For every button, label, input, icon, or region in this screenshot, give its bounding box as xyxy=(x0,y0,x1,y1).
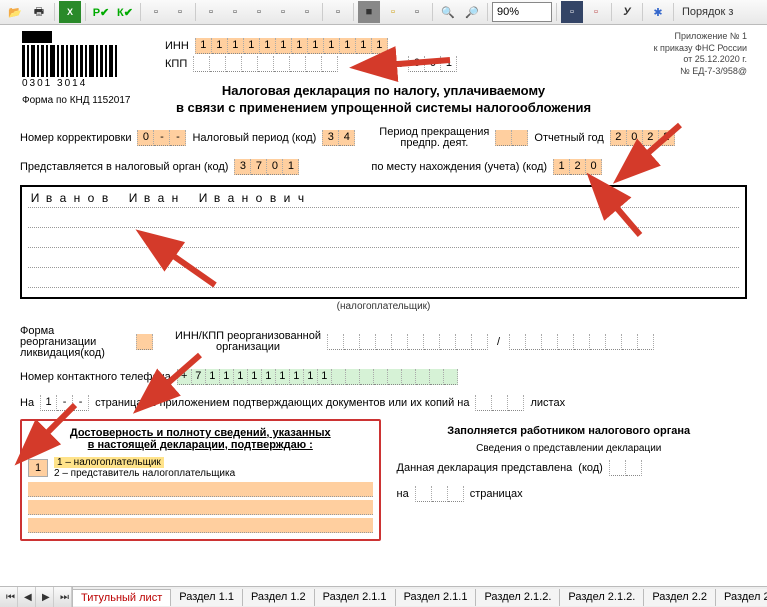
reorg-inn-label: ИНН/КПП реорганизованнойорганизации xyxy=(175,331,321,353)
organ-label: Представляется в налоговый орган (код) xyxy=(20,161,228,173)
worker-l1a: Данная декларация представлена xyxy=(397,462,573,474)
find-icon[interactable]: 🔍 xyxy=(437,1,459,23)
reorg-label: Форма реорганизацииликвидация(код) xyxy=(20,326,130,359)
tab-1[interactable]: Раздел 1.1 xyxy=(171,589,243,606)
tab-4[interactable]: Раздел 2.1.1 xyxy=(396,589,477,606)
barcode-number: 0301 3014 xyxy=(22,78,130,89)
pages-mid-label: страницах с приложением подтверждающих д… xyxy=(95,397,469,409)
doc-icon[interactable]: ▫ xyxy=(327,1,349,23)
u-icon[interactable]: У xyxy=(616,1,638,23)
tab-5[interactable]: Раздел 2.1.2. xyxy=(476,589,560,606)
form-knd: Форма по КНД 1152017 xyxy=(22,95,130,106)
page: Приложение № 1 к приказу ФНС России от 2… xyxy=(0,25,767,591)
tab-0[interactable]: Титульный лист xyxy=(73,589,171,606)
period-field[interactable]: 34 xyxy=(322,130,355,146)
tab-3[interactable]: Раздел 2.1.1 xyxy=(315,589,396,606)
tool-icon-2[interactable]: ▫ xyxy=(169,1,191,23)
attach-l1: Приложение № 1 xyxy=(654,31,747,43)
phone-field[interactable]: +7111111111 xyxy=(177,369,458,385)
confirm-title: Достоверность и полноту сведений, указан… xyxy=(28,427,373,451)
place-label: по месту нахождения (учета) (код) xyxy=(371,161,547,173)
reorg-inn-field[interactable] xyxy=(327,334,488,350)
style-icon-1[interactable]: ▫ xyxy=(561,1,583,23)
tab-8[interactable]: Раздел 2.2 xyxy=(716,589,767,606)
excel-icon[interactable]: X xyxy=(59,1,81,23)
tab-2[interactable]: Раздел 1.2 xyxy=(243,589,315,606)
tool-icon-6[interactable]: ▫ xyxy=(272,1,294,23)
place-field[interactable]: 120 xyxy=(553,159,602,175)
sheet-tabs: ⏮ ◀ ▶ ⏭ Титульный листРаздел 1.1Раздел 1… xyxy=(0,586,767,607)
attach-l3: от 25.12.2020 г. xyxy=(654,54,747,66)
corr-field[interactable]: 0-- xyxy=(137,130,186,146)
folder-icon[interactable]: ▫ xyxy=(382,1,404,23)
reorg-kpp-field[interactable] xyxy=(509,334,654,350)
tab-prev[interactable]: ◀ xyxy=(18,587,36,607)
worker-l1b: (код) xyxy=(578,462,603,474)
link-icon[interactable]: ✱ xyxy=(647,1,669,23)
corr-label: Номер корректировки xyxy=(20,132,131,144)
inn-field[interactable]: 111111111111 xyxy=(195,38,388,54)
confirm-value[interactable]: 1 xyxy=(28,459,48,477)
str-field: 001 xyxy=(408,56,457,72)
tool-icon-4[interactable]: ▫ xyxy=(224,1,246,23)
confirm-opt1: 1 – налогоплательщик xyxy=(54,457,164,468)
toolbar: 📂 🖶 X Р✔ К✔ ▫ ▫ ▫ ▫ ▫ ▫ ▫ ▫ ■ ▫ ▫ 🔍 🔎 ▫ … xyxy=(0,0,767,25)
year-field[interactable]: 2022 xyxy=(610,130,675,146)
worker-sub: Сведения о представлении декларации xyxy=(397,443,742,454)
confirm-opt2: 2 – представитель налогоплательщика xyxy=(54,468,235,479)
order-label[interactable]: Порядок з xyxy=(678,6,737,18)
open-icon[interactable]: 📂 xyxy=(4,1,26,23)
tab-6[interactable]: Раздел 2.1.2. xyxy=(560,589,644,606)
zoom-input[interactable] xyxy=(492,2,552,22)
pages-sheets-label: листах xyxy=(530,397,565,409)
attach-pages-field[interactable] xyxy=(475,395,524,411)
attach-l2: к приказу ФНС России xyxy=(654,43,747,55)
pages-on-label: На xyxy=(20,397,34,409)
confirm-box: Достоверность и полноту сведений, указан… xyxy=(20,419,381,541)
year-label: Отчетный год xyxy=(534,132,603,144)
tool-icon-1[interactable]: ▫ xyxy=(145,1,167,23)
gray-icon[interactable]: ■ xyxy=(358,1,380,23)
pages-field[interactable]: 1-- xyxy=(40,395,89,411)
term-field[interactable] xyxy=(495,130,528,146)
phone-label: Номер контактного телефона xyxy=(20,371,171,383)
kpp-field[interactable] xyxy=(193,56,338,72)
kpp-label: КПП xyxy=(165,58,187,70)
k-check-icon[interactable]: К✔ xyxy=(114,1,136,23)
style-icon-2[interactable]: ▫ xyxy=(585,1,607,23)
worker-l2a: на xyxy=(397,488,409,500)
worker-code[interactable] xyxy=(609,460,642,476)
tab-last[interactable]: ⏭ xyxy=(54,587,72,607)
attach-l4: № ЕД-7-3/958@ xyxy=(654,66,747,78)
attachment-info: Приложение № 1 к приказу ФНС России от 2… xyxy=(654,31,747,78)
str-label: Стр. xyxy=(380,58,402,70)
reorg-field[interactable] xyxy=(136,334,153,350)
binoculars-icon[interactable]: 🔎 xyxy=(461,1,483,23)
tool-icon-5[interactable]: ▫ xyxy=(248,1,270,23)
worker-l2b: страницах xyxy=(470,488,523,500)
tab-next[interactable]: ▶ xyxy=(36,587,54,607)
tool-icon-3[interactable]: ▫ xyxy=(200,1,222,23)
period-label: Налоговый период (код) xyxy=(192,132,316,144)
term-label: Период прекращенияпредпр. деят. xyxy=(379,127,489,149)
organ-field[interactable]: 3701 xyxy=(234,159,299,175)
tab-nav: ⏮ ◀ ▶ ⏭ xyxy=(0,587,73,607)
taxpayer-name-box[interactable]: Иванов Иван Иванович xyxy=(20,185,747,299)
worker-pages[interactable] xyxy=(415,486,464,502)
tool-icon-7[interactable]: ▫ xyxy=(296,1,318,23)
inn-label: ИНН xyxy=(165,40,189,52)
worker-title: Заполняется работником налогового органа xyxy=(397,425,742,437)
tab-first[interactable]: ⏮ xyxy=(0,587,18,607)
calc-icon[interactable]: ▫ xyxy=(406,1,428,23)
worker-box: Заполняется работником налогового органа… xyxy=(391,419,748,541)
p-check-icon[interactable]: Р✔ xyxy=(90,1,112,23)
barcode: 0301 3014 Форма по КНД 1152017 xyxy=(22,31,130,106)
tab-7[interactable]: Раздел 2.2 xyxy=(644,589,716,606)
name-caption: (налогоплательщик) xyxy=(20,301,747,312)
print-icon[interactable]: 🖶 xyxy=(28,1,50,23)
